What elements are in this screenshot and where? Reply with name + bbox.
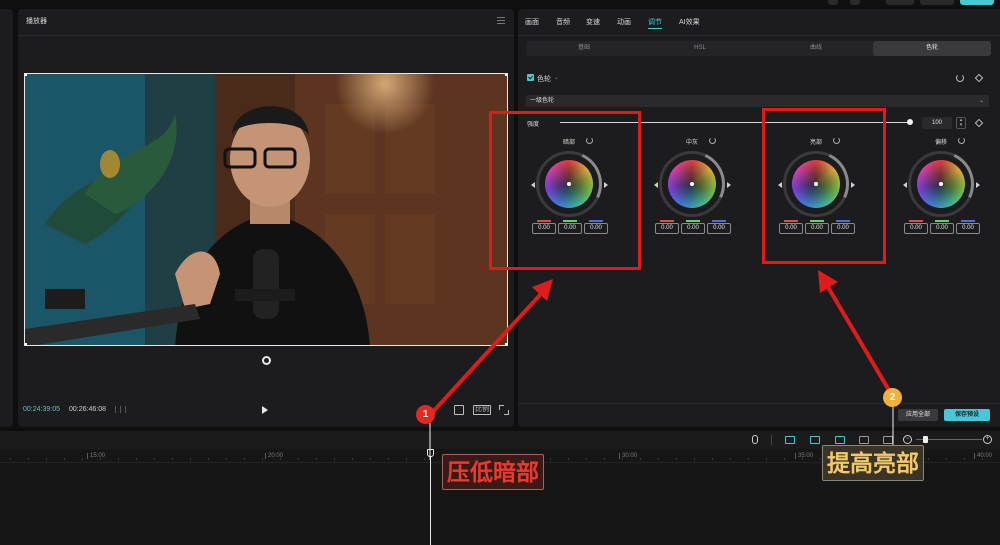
arrow-line [820,275,895,399]
callout-raise-highlights: 提高亮部 [822,445,924,481]
step-badge-2: 2 [883,388,902,407]
callout-lower-shadows: 压低暗部 [442,454,544,490]
arrow-line [428,282,552,417]
step-badge-1: 1 [416,405,435,424]
